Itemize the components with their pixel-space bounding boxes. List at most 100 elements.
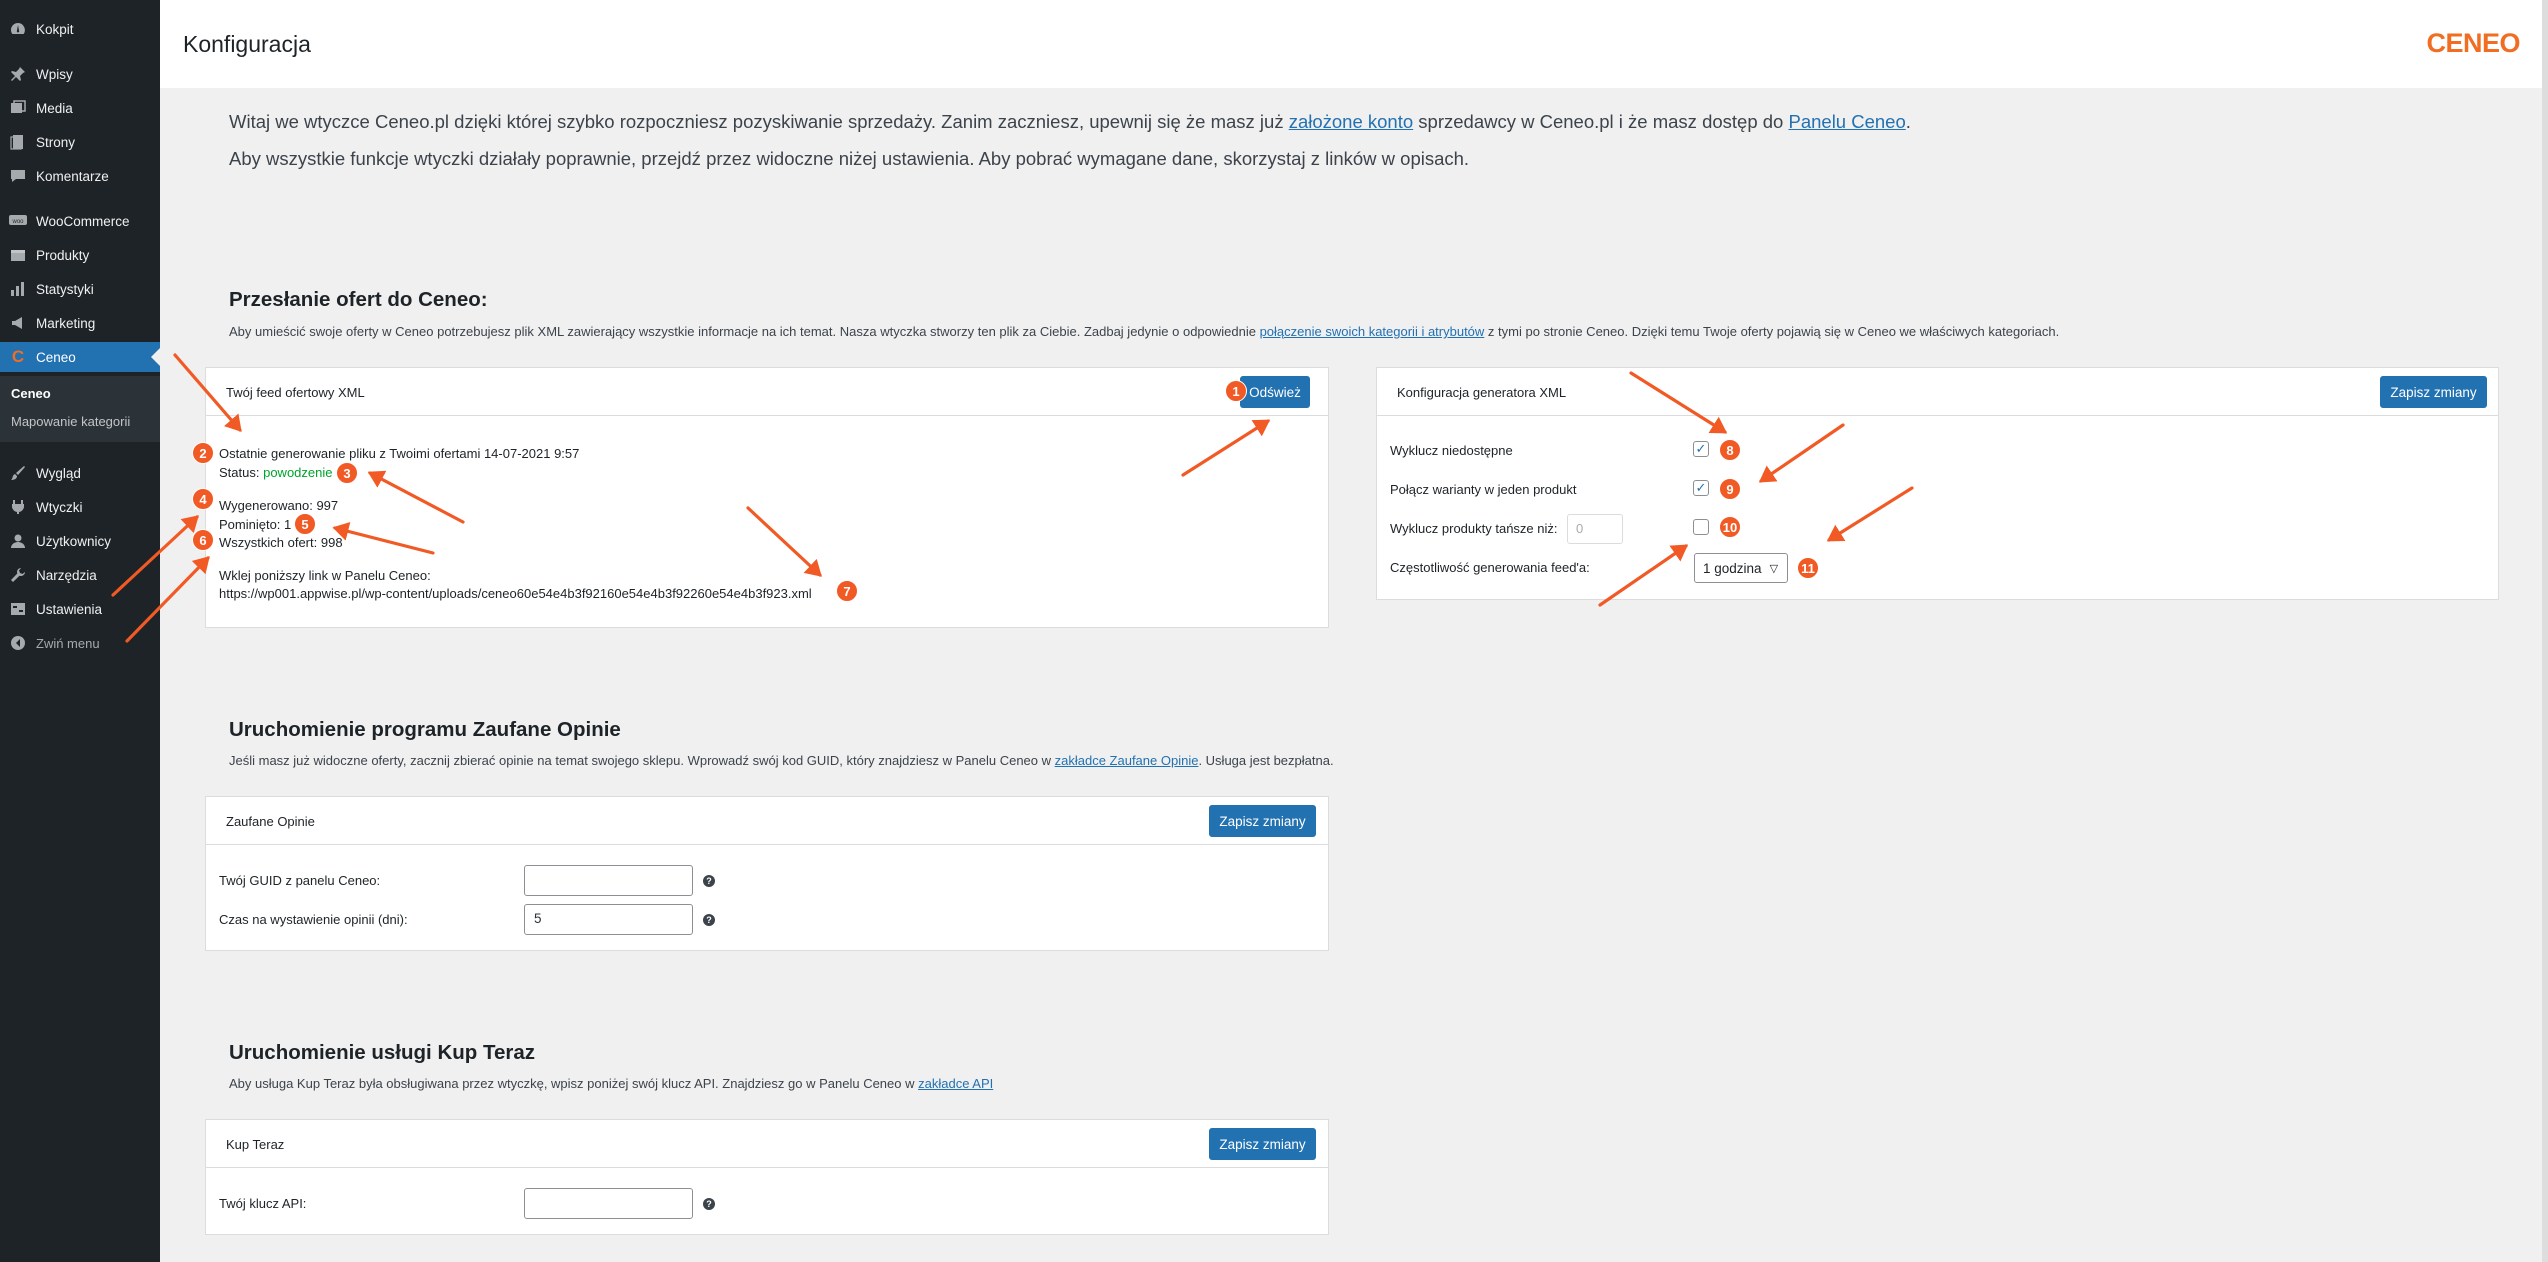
sidebar-item-statystyki[interactable]: Statystyki <box>0 274 160 304</box>
chart-icon <box>9 280 27 298</box>
woo-icon: woo <box>9 212 27 230</box>
help-icon[interactable]: ? <box>703 1198 715 1210</box>
sidebar-item-label: Media <box>36 100 73 116</box>
annotation-badge-4: 4 <box>192 488 214 510</box>
comment-icon <box>9 167 27 185</box>
exclude-cheaper-label: Wyklucz produkty tańsze niż: <box>1390 521 1558 536</box>
annotation-badge-10: 10 <box>1719 516 1741 538</box>
xml-config-title: Konfiguracja generatora XML <box>1397 385 1567 400</box>
sidebar-item-label: Użytkownicy <box>36 533 112 549</box>
merge-variants-checkbox[interactable]: ✓ <box>1693 480 1709 496</box>
skipped-row: Pominięto: 1 <box>219 517 292 532</box>
offers-section-desc: Aby umieścić swoje oferty w Ceneo potrze… <box>229 324 2060 339</box>
checkmark-icon: ✓ <box>1695 441 1707 456</box>
sidebar-item-wyglad[interactable]: Wygląd <box>0 458 160 488</box>
annotation-badge-2: 2 <box>192 442 214 464</box>
brush-icon <box>9 464 27 482</box>
annotation-badge-8: 8 <box>1719 439 1741 461</box>
offers-section-title: Przesłanie ofert do Ceneo: <box>229 288 488 311</box>
sidebar-item-wtyczki[interactable]: Wtyczki <box>0 492 160 522</box>
intro-line-1: Witaj we wtyczce Ceneo.pl dzięki której … <box>229 111 1911 132</box>
page-scrollbar[interactable] <box>2542 0 2548 1262</box>
page-icon <box>9 133 27 151</box>
sidebar-item-label: Wtyczki <box>36 499 83 515</box>
opinions-section-desc: Jeśli masz już widoczne oferty, zacznij … <box>229 753 1334 768</box>
total-value: 998 <box>320 535 343 550</box>
exclude-cheaper-checkbox[interactable] <box>1693 519 1709 535</box>
feed-panel-header: Twój feed ofertowy XML Odśwież <box>206 368 1328 416</box>
sidebar-item-kokpit[interactable]: Kokpit <box>0 14 160 44</box>
frequency-select[interactable]: 1 godzina ▽ <box>1694 553 1788 583</box>
sidebar-item-label: Ustawienia <box>36 601 103 617</box>
buynow-panel-header: Kup Teraz Zapisz zmiany <box>206 1120 1328 1168</box>
ceneo-icon: C <box>11 347 25 366</box>
collapse-arrow-icon <box>9 634 27 652</box>
settings-icon <box>9 600 27 618</box>
sidebar-item-label: Kokpit <box>36 21 74 37</box>
api-tab-link[interactable]: zakładce API <box>918 1076 993 1091</box>
page-header: Konfiguracja CENEO <box>160 0 2542 88</box>
megaphone-icon <box>9 314 27 332</box>
ceneo-submenu: Ceneo Mapowanie kategorii <box>0 376 160 442</box>
skipped-value: 1 <box>284 517 292 532</box>
zaufane-opinie-link[interactable]: zakładce Zaufane Opinie <box>1055 753 1199 768</box>
sidebar-item-uzytkownicy[interactable]: Użytkownicy <box>0 526 160 556</box>
svg-text:woo: woo <box>11 219 24 225</box>
feed-panel-title: Twój feed ofertowy XML <box>226 385 365 400</box>
categories-mapping-link[interactable]: połączenie swoich kategorii i atrybutów <box>1260 324 1485 339</box>
guid-input[interactable] <box>524 865 693 896</box>
api-key-label: Twój klucz API: <box>219 1196 307 1211</box>
opinions-save-button[interactable]: Zapisz zmiany <box>1209 805 1316 837</box>
sidebar-item-narzedzia[interactable]: Narzędzia <box>0 560 160 590</box>
opinion-days-input[interactable]: 5 <box>524 904 693 935</box>
refresh-button[interactable]: Odśwież <box>1240 376 1310 408</box>
checkmark-icon: ✓ <box>1695 480 1707 495</box>
guid-label: Twój GUID z panelu Ceneo: <box>219 873 381 888</box>
collapse-menu-button[interactable]: Zwiń menu <box>0 628 160 658</box>
sidebar-item-ustawienia[interactable]: Ustawienia <box>0 594 160 624</box>
zalozone-konto-link[interactable]: założone konto <box>1289 111 1413 132</box>
buynow-section-desc: Aby usługa Kup Teraz była obsługiwana pr… <box>229 1076 994 1091</box>
feed-panel: Twój feed ofertowy XML Odśwież Ostatnie … <box>205 367 1329 628</box>
sidebar-item-label: Wpisy <box>36 66 73 82</box>
opinion-days-label: Czas na wystawienie opinii (dni): <box>219 912 408 927</box>
plug-icon <box>9 498 27 516</box>
sidebar-item-produkty[interactable]: Produkty <box>0 240 160 270</box>
sidebar-item-strony[interactable]: Strony <box>0 127 160 157</box>
exclude-unavailable-checkbox[interactable]: ✓ <box>1693 441 1709 457</box>
buynow-panel-title: Kup Teraz <box>226 1137 285 1152</box>
annotation-badge-9: 9 <box>1719 478 1741 500</box>
annotation-badge-6: 6 <box>192 529 214 551</box>
help-icon[interactable]: ? <box>703 914 715 926</box>
box-icon <box>9 246 27 264</box>
panel-ceneo-link[interactable]: Panelu Ceneo <box>1788 111 1905 132</box>
sidebar-item-wpisy[interactable]: Wpisy <box>0 59 160 89</box>
buynow-save-button[interactable]: Zapisz zmiany <box>1209 1128 1316 1160</box>
sidebar-item-label: Narzędzia <box>36 567 97 583</box>
submenu-item-mapowanie-kategorii[interactable]: Mapowanie kategorii <box>11 414 130 429</box>
admin-sidebar: Kokpit Wpisy Media Strony Komentarze woo… <box>0 0 160 1262</box>
annotation-badge-5: 5 <box>294 513 316 535</box>
opinions-panel-header: Zaufane Opinie Zapisz zmiany <box>206 797 1328 845</box>
sidebar-item-komentarze[interactable]: Komentarze <box>0 161 160 191</box>
annotation-badge-1: 1 <box>1225 380 1247 402</box>
intro-line-2: Aby wszystkie funkcje wtyczki działały p… <box>229 148 1470 169</box>
feed-link-url[interactable]: https://wp001.appwise.pl/wp-content/uplo… <box>219 586 812 601</box>
ceneo-logo: CENEO <box>2426 28 2520 58</box>
sidebar-item-marketing[interactable]: Marketing <box>0 308 160 338</box>
pin-icon <box>9 65 27 83</box>
submenu-item-ceneo[interactable]: Ceneo <box>11 386 51 401</box>
dashboard-icon <box>9 20 27 38</box>
xml-config-header: Konfiguracja generatora XML Zapisz zmian… <box>1377 368 2498 416</box>
help-icon[interactable]: ? <box>703 875 715 887</box>
xml-save-button[interactable]: Zapisz zmiany <box>2380 376 2487 408</box>
api-key-input[interactable] <box>524 1188 693 1219</box>
frequency-label: Częstotliwość generowania feed'a: <box>1390 560 1590 575</box>
buynow-section-title: Uruchomienie usługi Kup Teraz <box>229 1041 536 1064</box>
sidebar-item-media[interactable]: Media <box>0 93 160 123</box>
annotation-arrows <box>111 353 1914 643</box>
exclude-cheaper-input[interactable]: 0 <box>1567 514 1623 544</box>
sidebar-item-woocommerce[interactable]: woo WooCommerce <box>0 206 160 236</box>
sidebar-item-ceneo[interactable]: C Ceneo <box>0 342 160 372</box>
buynow-panel: Kup Teraz Zapisz zmiany Twój klucz API: … <box>205 1119 1329 1235</box>
